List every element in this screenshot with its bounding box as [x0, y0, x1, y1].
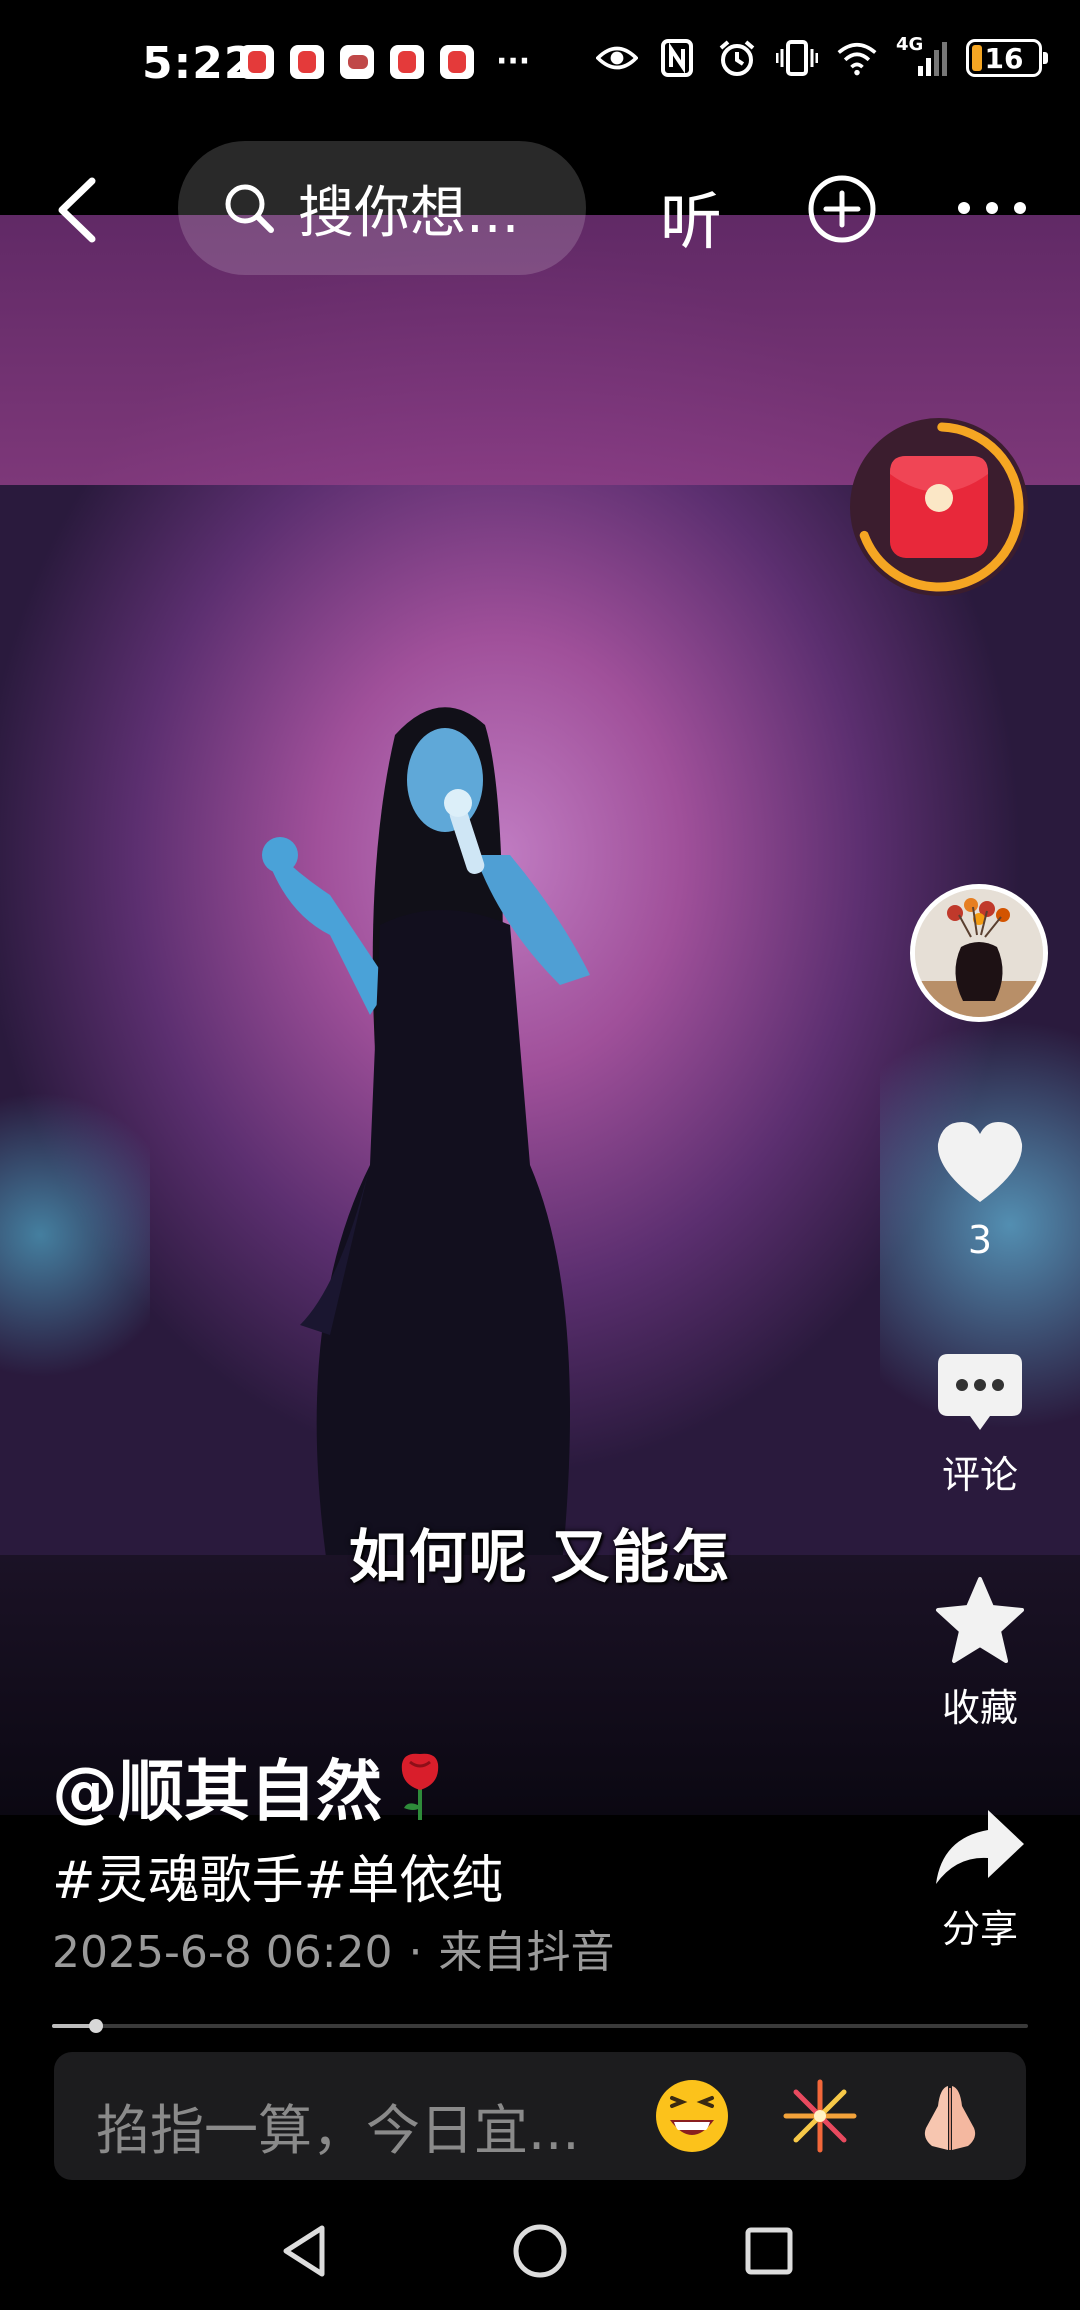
progress-handle[interactable] [88, 2019, 103, 2033]
search-input[interactable]: 搜你想... [178, 141, 586, 275]
comment-bubble-icon [938, 1354, 1022, 1430]
search-placeholder: 搜你想... [298, 180, 520, 246]
post-date: 2025-6-8 06:20 [52, 1927, 393, 1978]
listen-button[interactable]: 听 [660, 171, 722, 261]
video-progress-bar[interactable] [52, 2019, 1028, 2033]
stage-light-left [0, 1065, 150, 1405]
more-dots-icon [958, 202, 1026, 214]
share-arrow-icon [936, 1810, 1024, 1884]
nfc-icon [656, 38, 698, 78]
vibrate-icon [776, 38, 818, 78]
praying-hands-emoji-icon [924, 2086, 976, 2150]
laughing-emoji-icon [656, 2080, 728, 2152]
battery-fill [972, 45, 983, 71]
nav-recents-icon [745, 2227, 793, 2275]
hashtags[interactable]: #灵魂歌手#单依纯 [52, 1838, 503, 1913]
battery-indicator: 16 [966, 39, 1048, 77]
wifi-icon [836, 38, 878, 78]
comment-label: 评论 [941, 1453, 1018, 1497]
author-name[interactable]: @顺其自然 [52, 1738, 450, 1834]
battery-level: 16 [984, 41, 1024, 75]
status-time: 5:22 [142, 38, 256, 89]
red-packet-button[interactable] [850, 418, 1028, 596]
fireworks-emoji-button[interactable] [780, 2076, 860, 2156]
cellular-signal-icon: 4G [896, 34, 948, 78]
meta-separator: · [408, 1927, 423, 1978]
avatar-image [915, 889, 1043, 1017]
more-notifications-icon: ··· [496, 44, 531, 79]
system-icons: 4G 16 [596, 34, 1048, 78]
alarm-icon [716, 38, 758, 78]
like-button[interactable]: 3 [900, 1118, 1060, 1262]
nav-home-icon [513, 2224, 567, 2278]
more-button[interactable] [952, 183, 1032, 233]
navigation-bar [0, 2190, 1080, 2310]
share-button[interactable]: 分享 [900, 1806, 1060, 1953]
eye-comfort-icon [596, 38, 638, 78]
app-notification-icon [240, 44, 274, 79]
post-source: 来自抖音 [438, 1927, 615, 1978]
singer-figure [262, 707, 590, 1585]
status-bar: 5:22 ··· 4G 16 [0, 0, 1080, 130]
favorite-label: 收藏 [941, 1686, 1018, 1730]
app-notification-icon [290, 44, 324, 79]
like-count: 3 [967, 1218, 993, 1262]
back-button[interactable] [50, 175, 110, 245]
comment-button[interactable]: 评论 [900, 1350, 1060, 1499]
share-label: 分享 [941, 1907, 1018, 1951]
create-button[interactable] [806, 173, 878, 245]
network-type: 4G [896, 34, 924, 55]
heart-icon [937, 1122, 1023, 1202]
search-icon [225, 184, 274, 233]
huawei-notification-icon [340, 44, 374, 79]
nav-back-icon [283, 2225, 325, 2277]
app-notification-icon [440, 44, 474, 79]
favorite-button[interactable]: 收藏 [900, 1575, 1060, 1732]
praying-hands-emoji-button[interactable] [910, 2076, 990, 2156]
back-arrow-icon [58, 177, 96, 243]
author-handle: @顺其自然 [52, 1753, 382, 1830]
rose-emoji-icon [401, 1753, 439, 1820]
app-notification-icon [390, 44, 424, 79]
star-icon [936, 1577, 1024, 1663]
comment-placeholder: 掐指一算，今日宜... [96, 2099, 580, 2162]
nav-back-button[interactable] [270, 2216, 340, 2286]
red-packet-icon [854, 422, 1024, 592]
nav-home-button[interactable] [505, 2216, 575, 2286]
post-meta: 2025-6-8 06:20 · 来自抖音 [52, 1916, 615, 1980]
nav-recents-button[interactable] [734, 2216, 804, 2286]
notification-icons: ··· [240, 44, 530, 79]
fireworks-emoji-icon [783, 2079, 857, 2153]
laughing-emoji-button[interactable] [652, 2076, 732, 2156]
top-bar: 搜你想... 听 [0, 135, 1080, 280]
comment-input[interactable]: 掐指一算，今日宜... [54, 2052, 1026, 2180]
author-avatar[interactable] [910, 884, 1048, 1022]
plus-circle-icon [808, 175, 876, 243]
